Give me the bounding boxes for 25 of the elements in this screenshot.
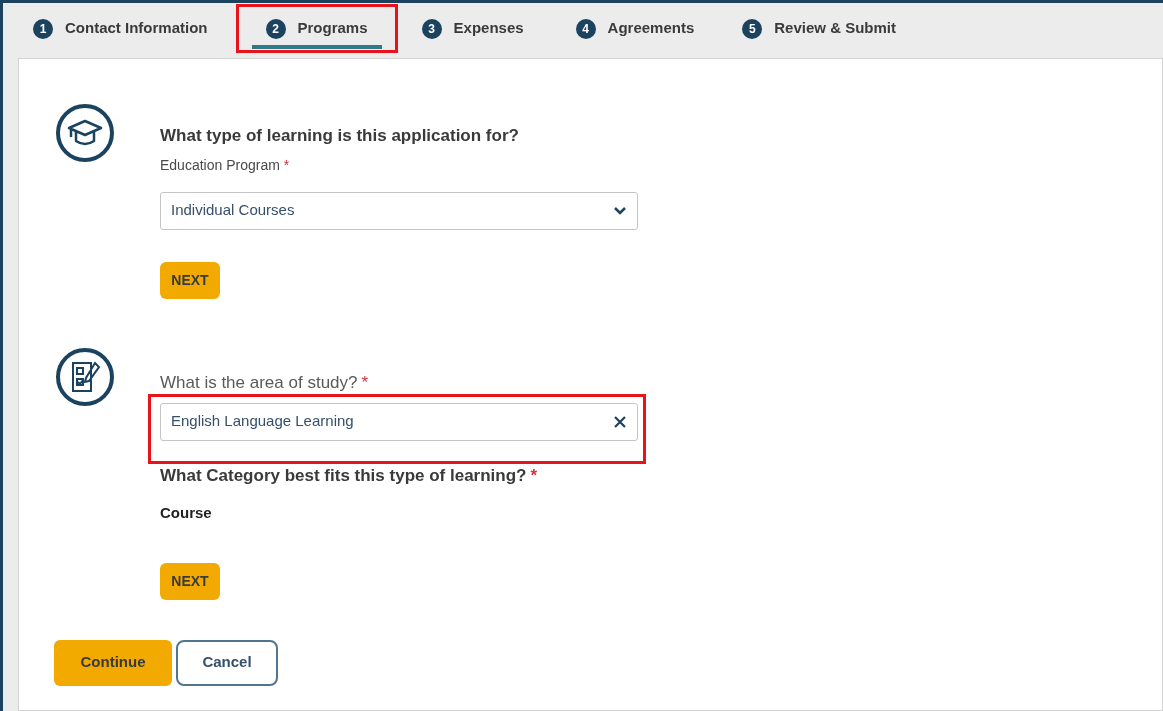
area-of-study-field[interactable]: English Language Learning: [160, 402, 638, 441]
continue-button[interactable]: Continue: [54, 639, 172, 686]
question-text: What Category best fits this type of learning? *: [160, 464, 539, 487]
chevron-down-icon: [613, 205, 627, 216]
step-tab[interactable]: 5 Review & Submit: [742, 12, 896, 49]
step-number: 3: [421, 18, 442, 39]
graduation-cap-icon: [55, 103, 115, 163]
step-number: 4: [575, 18, 596, 39]
question-text: What type of learning is this application for?: [160, 125, 520, 147]
category-value: Course: [160, 503, 213, 523]
step-number: 5: [742, 18, 763, 39]
cancel-button[interactable]: Cancel: [176, 639, 278, 686]
field-label: What is the area of study? *: [160, 372, 369, 393]
program-dropdown[interactable]: Individual Courses: [160, 191, 638, 230]
clear-icon[interactable]: [613, 414, 627, 429]
step-number: 1: [33, 18, 53, 39]
step-tab[interactable]: 1 Contact Information: [33, 12, 208, 49]
next-button[interactable]: NEXT: [160, 261, 220, 299]
step-number: 2: [265, 18, 286, 39]
step-tab[interactable]: 4 Agreements: [575, 12, 695, 49]
step-tab[interactable]: 2 Programs: [251, 12, 382, 49]
step-tab[interactable]: 3 Expenses: [421, 12, 524, 49]
next-button[interactable]: NEXT: [160, 562, 220, 600]
checklist-pencil-icon: [55, 346, 115, 407]
field-label: Education Program *: [160, 155, 291, 175]
